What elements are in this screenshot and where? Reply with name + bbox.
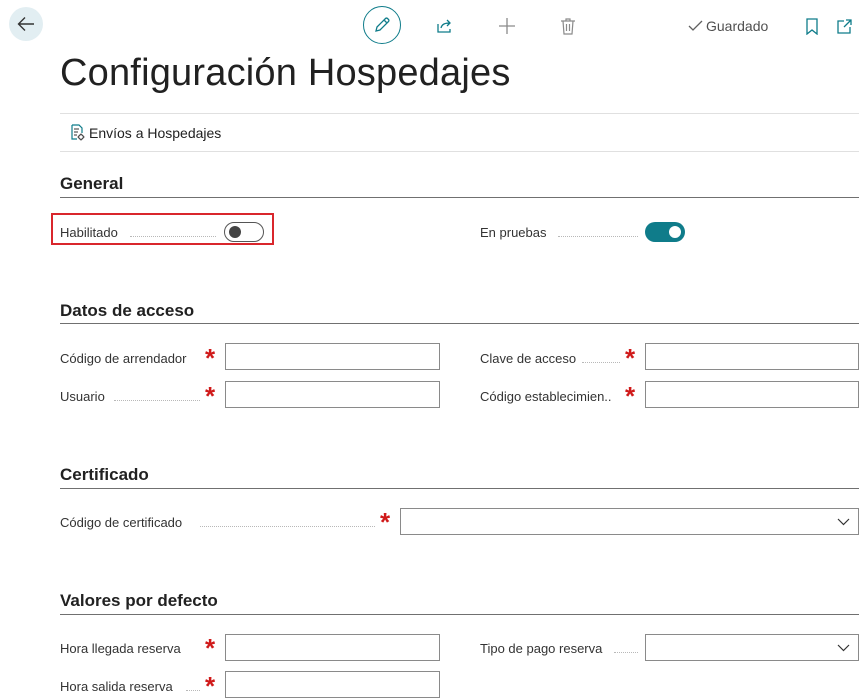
new-button[interactable]: [496, 15, 518, 37]
document-gear-icon: [71, 124, 85, 141]
chevron-down-icon: [837, 644, 850, 652]
toggle-knob: [229, 225, 241, 238]
required-marker: *: [205, 676, 216, 694]
en-pruebas-toggle[interactable]: [645, 222, 685, 242]
section-divider: [60, 488, 859, 489]
label-leader: [614, 652, 638, 653]
plus-icon: [499, 18, 515, 34]
tipo-pago-label: Tipo de pago reserva: [480, 641, 603, 656]
label-leader: [558, 236, 638, 237]
arrow-left-icon: [17, 17, 34, 31]
chevron-down-icon: [837, 518, 850, 526]
action-bar: Envíos a Hospedajes: [60, 113, 859, 152]
hora-llegada-input[interactable]: [225, 634, 440, 661]
codigo-arrendador-label: Código de arrendador: [60, 351, 187, 366]
delete-button[interactable]: [557, 15, 579, 37]
label-leader: [130, 236, 216, 237]
page-title: Configuración Hospedajes: [60, 52, 511, 94]
section-title-certificado: Certificado: [60, 465, 149, 484]
saved-status: Guardado: [688, 17, 768, 35]
required-marker: *: [380, 512, 391, 530]
open-new-window-button[interactable]: [834, 16, 854, 36]
required-marker: *: [205, 638, 216, 656]
clave-acceso-input[interactable]: [645, 343, 859, 370]
pencil-icon: [375, 17, 390, 32]
en-pruebas-label: En pruebas: [480, 225, 547, 240]
tipo-pago-select[interactable]: [645, 634, 859, 661]
share-icon: [437, 19, 451, 33]
label-leader: [114, 400, 200, 401]
clave-acceso-label: Clave de acceso: [480, 351, 577, 366]
share-button[interactable]: [434, 15, 456, 37]
codigo-establecimiento-label: Código establecimien..: [480, 389, 612, 404]
section-divider: [60, 197, 859, 198]
usuario-input[interactable]: [225, 381, 440, 408]
codigo-arrendador-input[interactable]: [225, 343, 440, 370]
envios-hospedajes-action[interactable]: Envíos a Hospedajes: [69, 124, 221, 141]
habilitado-label: Habilitado: [60, 225, 118, 240]
hora-salida-input[interactable]: [225, 671, 440, 698]
required-marker: *: [205, 386, 216, 404]
habilitado-toggle[interactable]: [224, 222, 264, 242]
saved-label: Guardado: [706, 18, 769, 34]
toggle-knob: [669, 226, 681, 238]
hora-llegada-label: Hora llegada reserva: [60, 641, 181, 656]
codigo-certificado-select[interactable]: [400, 508, 859, 535]
required-marker: *: [625, 348, 636, 366]
label-leader: [200, 526, 375, 527]
edit-button[interactable]: [363, 6, 401, 44]
required-marker: *: [205, 348, 216, 366]
required-marker: *: [625, 386, 636, 404]
envios-hospedajes-label: Envíos a Hospedajes: [89, 124, 222, 141]
section-divider: [60, 323, 859, 324]
section-title-datos-acceso: Datos de acceso: [60, 301, 195, 320]
section-title-valores-defecto: Valores por defecto: [60, 591, 218, 610]
section-title-general: General: [60, 174, 124, 193]
open-in-new-window-icon: [836, 18, 852, 34]
hora-salida-label: Hora salida reserva: [60, 679, 173, 694]
back-button[interactable]: [9, 7, 43, 41]
bookmark-icon: [806, 17, 818, 35]
bookmark-button[interactable]: [803, 16, 821, 36]
checkmark-icon: [688, 20, 703, 31]
section-divider: [60, 614, 859, 615]
trash-icon: [561, 18, 575, 35]
codigo-certificado-label: Código de certificado: [60, 515, 183, 530]
label-leader: [582, 362, 620, 363]
usuario-label: Usuario: [60, 389, 105, 404]
label-leader: [186, 690, 200, 691]
codigo-establecimiento-input[interactable]: [645, 381, 859, 408]
